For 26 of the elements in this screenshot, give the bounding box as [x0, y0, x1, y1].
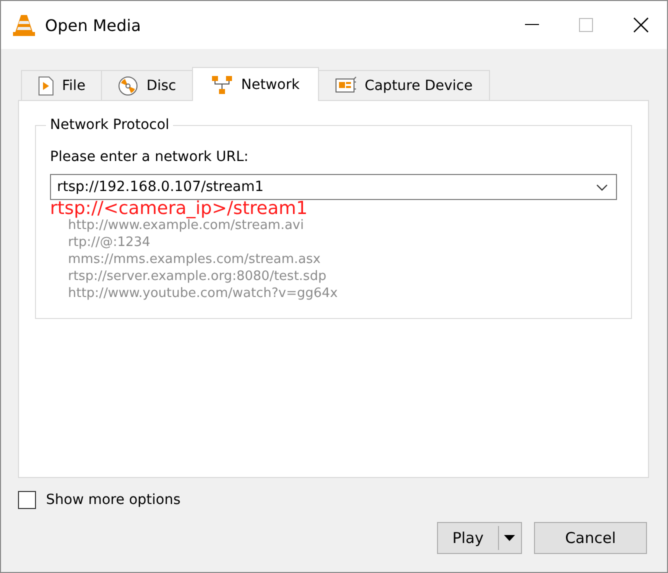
example-url: http://www.youtube.com/watch?v=gg64x: [68, 285, 339, 302]
minimize-icon[interactable]: [525, 24, 539, 26]
capture-card-icon: [334, 76, 357, 96]
window-title: Open Media: [45, 16, 141, 34]
play-split-button[interactable]: Play: [437, 522, 522, 554]
annotation-text: rtsp://<camera_ip>/stream1: [50, 199, 309, 219]
checkbox[interactable]: [18, 491, 36, 509]
example-url: rtsp://server.example.org:8080/test.sdp: [68, 268, 328, 285]
prompt-label: Please enter a network URL:: [50, 149, 250, 165]
chevron-down-icon: [596, 184, 608, 190]
url-combo-box[interactable]: rtsp://192.168.0.107/stream1: [50, 174, 617, 200]
example-url: rtp://@:1234: [68, 234, 152, 251]
cancel-button[interactable]: Cancel: [534, 522, 647, 554]
disc-icon: [118, 76, 138, 96]
traffic-cone-icon: [13, 13, 35, 37]
caret-icon[interactable]: [504, 535, 515, 541]
example-url: http://www.example.com/stream.avi: [68, 218, 304, 234]
close-icon[interactable]: [633, 17, 649, 33]
tab[interactable]: Network: [192, 67, 319, 101]
checkbox-label: Show more options: [46, 492, 181, 508]
network-icon: [211, 74, 234, 94]
file-icon: [38, 76, 54, 96]
group-title: Network Protocol: [49, 117, 170, 133]
example-url: mms://mms.examples.com/stream.asx: [68, 251, 322, 268]
tab[interactable]: File: [21, 70, 102, 100]
tab[interactable]: Capture Device: [318, 70, 490, 100]
